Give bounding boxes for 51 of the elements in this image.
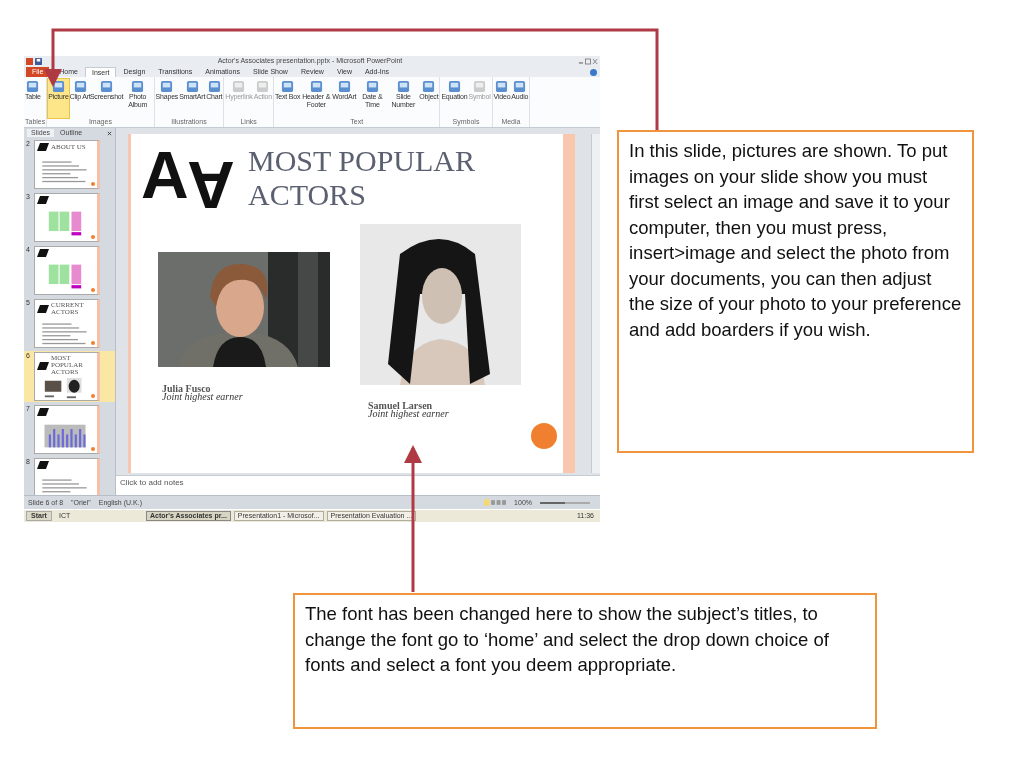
ribbon-icon: [207, 80, 221, 93]
dot-icon: [91, 288, 95, 292]
callout-box: The font has been changed here to show the subject’s titles, to change the font go to ‘home’ and select the drop down choice of fonts and select a font you deem appropriate.: [293, 593, 877, 729]
scrollbar[interactable]: [591, 134, 600, 473]
dot-icon: [91, 235, 95, 239]
ribbon-icon: [256, 80, 270, 93]
ribbon-icon: [281, 80, 295, 93]
ribbon-icon: [232, 80, 246, 93]
ribbon-icon: [51, 80, 65, 93]
zoom-slider[interactable]: [540, 501, 590, 504]
slide-title: MOST POPULAR ACTORS: [248, 144, 475, 212]
person-caption: Joint highest earner: [368, 410, 450, 418]
ribbon-icon: [131, 80, 145, 93]
dot-icon: [91, 341, 95, 345]
logo: A A: [141, 142, 235, 218]
person-caption: Joint highest earner: [162, 393, 244, 401]
view-buttons-icon[interactable]: [484, 499, 507, 506]
logo-icon: [37, 196, 49, 204]
ribbon-icon: [100, 80, 114, 93]
logo-icon: [37, 408, 49, 416]
save-icon[interactable]: [35, 57, 42, 65]
ribbon-icon: [422, 80, 436, 93]
ribbon-icon: [160, 80, 174, 93]
dot-icon: [91, 394, 95, 398]
person-name: Samuel Larsen: [368, 402, 434, 410]
help-icon[interactable]: [590, 69, 597, 76]
close-icon[interactable]: [107, 130, 112, 136]
app-icon: [26, 57, 33, 65]
logo-icon: [37, 361, 49, 370]
ribbon-icon: [185, 80, 199, 93]
dot-icon: [91, 182, 95, 186]
ribbon-icon: [365, 80, 379, 93]
ribbon-icon: [473, 80, 486, 93]
notes-field[interactable]: Click to add notes: [116, 475, 600, 495]
logo-icon: [37, 305, 49, 313]
dot-icon: [91, 447, 95, 451]
callout-box: In this slide, pictures are shown. To put images on your slide show you must first select an image and save it to your computer, then you must press, insert>image and select the photo from your documents, you can then adjust the size of your photo to your preference and add boarders if you wish.: [617, 130, 974, 453]
dot-icon: [531, 423, 557, 449]
ribbon-icon: [495, 80, 509, 93]
logo-icon: [37, 249, 49, 257]
person-name: Julia Fusco: [162, 385, 211, 393]
ribbon-icon: [396, 80, 410, 93]
ribbon-icon: [73, 80, 87, 93]
logo-icon: [37, 143, 49, 151]
ribbon-icon: [337, 80, 351, 93]
logo-icon: [37, 461, 49, 469]
window-controls-icon[interactable]: [578, 57, 598, 65]
ribbon-icon: [309, 80, 323, 93]
ribbon-icon: [447, 80, 461, 93]
ribbon-icon: [26, 80, 40, 93]
ribbon-icon: [513, 80, 527, 93]
